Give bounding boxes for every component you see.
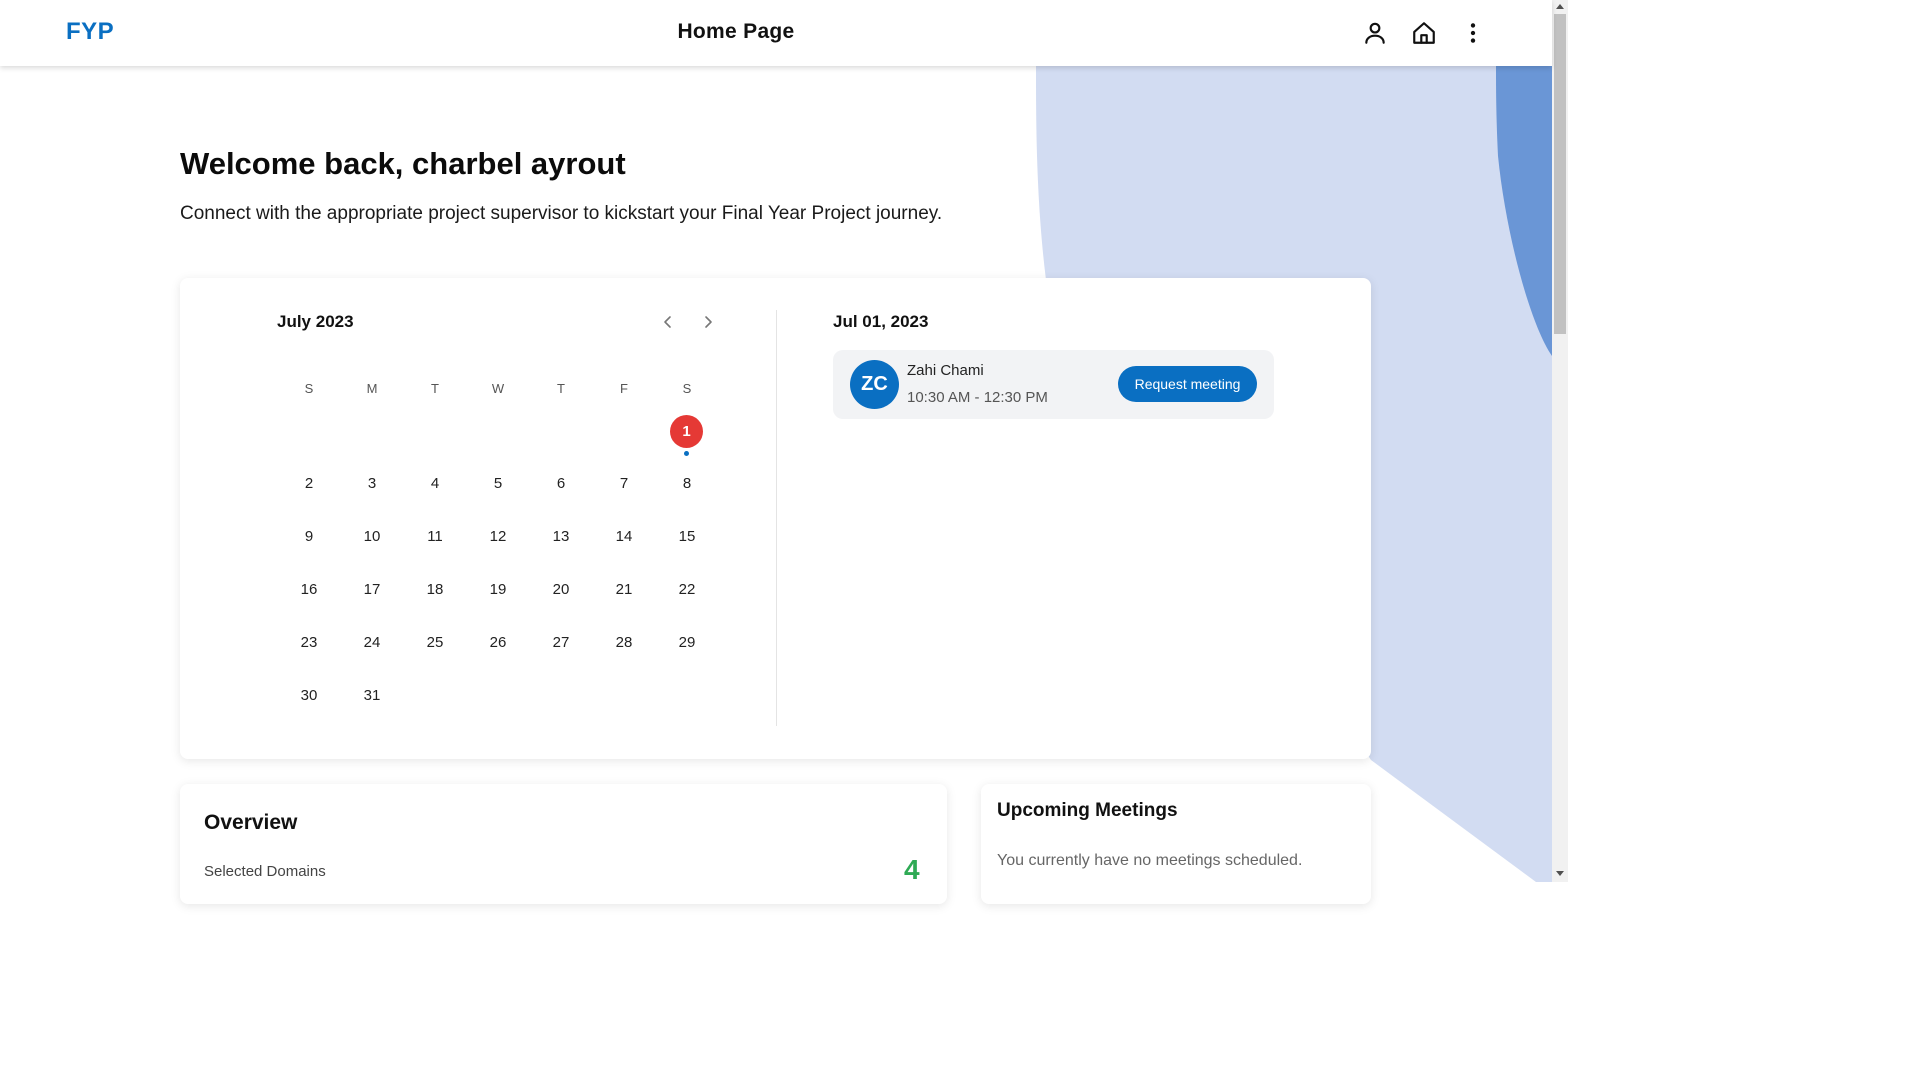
availability-dot [684, 451, 689, 456]
calendar-day[interactable]: 12 [478, 521, 518, 553]
request-meeting-button[interactable]: Request meeting [1118, 366, 1257, 402]
calendar-day[interactable]: 20 [541, 574, 581, 606]
calendar-day[interactable]: 29 [667, 627, 707, 659]
calendar-day[interactable]: 22 [667, 574, 707, 606]
selected-date-label: Jul 01, 2023 [833, 312, 929, 331]
weekday-sun: S [304, 381, 314, 396]
stat-value: 4 [904, 854, 920, 885]
top-bar: FYP Home Page [0, 0, 1552, 66]
availability-slot: ZC Zahi Chami 10:30 AM - 12:30 PM Reques… [833, 350, 1274, 419]
stat-label: Selected Domains [204, 863, 326, 880]
calendar-day[interactable]: 21 [604, 574, 644, 606]
calendar-day[interactable]: 28 [604, 627, 644, 659]
weekday-fri: F [620, 381, 628, 396]
calendar-day[interactable]: 6 [541, 468, 581, 500]
chevron-right-icon[interactable] [698, 312, 718, 332]
calendar-day-selected[interactable]: 1 [670, 415, 703, 448]
calendar-day[interactable]: 4 [415, 468, 455, 500]
calendar-day[interactable]: 16 [289, 574, 329, 606]
calendar-card: July 2023 S M T W T F S 1 2 3 4 5 6 7 8 … [180, 278, 1371, 759]
calendar-day[interactable]: 19 [478, 574, 518, 606]
welcome-subtitle: Connect with the appropriate project sup… [180, 203, 943, 224]
calendar-day[interactable]: 3 [352, 468, 392, 500]
calendar-day[interactable]: 13 [541, 521, 581, 553]
calendar-day[interactable]: 9 [289, 521, 329, 553]
calendar-day[interactable]: 5 [478, 468, 518, 500]
scroll-thumb[interactable] [1554, 14, 1566, 334]
calendar-month-label: July 2023 [277, 312, 354, 331]
upcoming-meetings-title: Upcoming Meetings [997, 800, 1178, 821]
supervisor-name: Zahi Chami [907, 362, 984, 379]
weekday-wed: W [491, 381, 505, 396]
calendar-day[interactable]: 18 [415, 574, 455, 606]
calendar-day[interactable]: 7 [604, 468, 644, 500]
empty-state-text: You currently have no meetings scheduled… [997, 852, 1303, 869]
weekday-sat: S [682, 381, 692, 396]
overview-title: Overview [204, 811, 298, 834]
calendar-day[interactable]: 31 [352, 680, 392, 712]
more-vertical-icon[interactable] [1459, 19, 1487, 47]
overview-card: Overview Selected Domains 4 [180, 784, 947, 904]
page-scrollbar[interactable] [1552, 0, 1568, 882]
calendar-day[interactable]: 2 [289, 468, 329, 500]
chevron-left-icon[interactable] [658, 312, 678, 332]
calendar-day[interactable]: 25 [415, 627, 455, 659]
weekday-thu: T [557, 381, 565, 396]
scroll-down-arrow[interactable] [1556, 871, 1564, 876]
calendar-day[interactable]: 8 [667, 468, 707, 500]
calendar-day[interactable]: 30 [289, 680, 329, 712]
calendar-day[interactable]: 10 [352, 521, 392, 553]
welcome-title: Welcome back, charbel ayrout [180, 146, 626, 181]
calendar-day[interactable]: 24 [352, 627, 392, 659]
calendar-divider [776, 310, 777, 726]
calendar-day[interactable]: 23 [289, 627, 329, 659]
user-icon[interactable] [1361, 19, 1389, 47]
calendar-day[interactable]: 17 [352, 574, 392, 606]
home-icon[interactable] [1410, 19, 1438, 47]
slot-time: 10:30 AM - 12:30 PM [907, 389, 1048, 406]
calendar-day[interactable]: 26 [478, 627, 518, 659]
calendar-day[interactable]: 14 [604, 521, 644, 553]
page-title: Home Page [677, 20, 795, 43]
calendar-day[interactable]: 27 [541, 627, 581, 659]
calendar-day[interactable]: 15 [667, 521, 707, 553]
upcoming-meetings-card: Upcoming Meetings You currently have no … [981, 784, 1371, 904]
avatar: ZC [850, 360, 899, 409]
calendar-day[interactable]: 11 [415, 521, 455, 553]
scroll-up-arrow[interactable] [1556, 4, 1564, 9]
weekday-mon: M [366, 381, 378, 396]
weekday-tue: T [431, 381, 439, 396]
